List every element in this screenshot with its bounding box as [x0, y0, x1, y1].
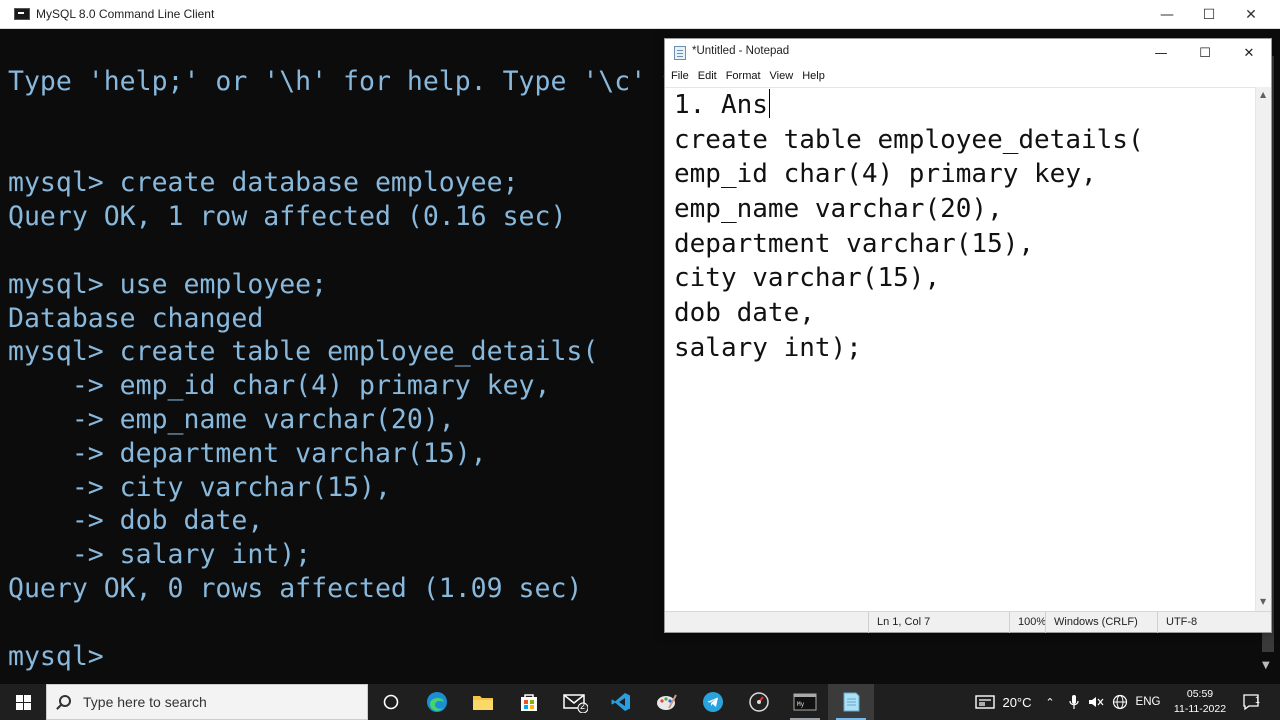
console-maximize-button[interactable]: ☐	[1186, 0, 1232, 29]
text-encoding: UTF-8	[1157, 612, 1271, 633]
notepad-line: dob date,	[674, 298, 815, 329]
console-window-title: MySQL 8.0 Command Line Client	[36, 7, 215, 21]
text-caret	[768, 89, 771, 118]
console-app-icon	[14, 8, 30, 20]
console-title-bar[interactable]: MySQL 8.0 Command Line Client — ☐ ✕	[0, 0, 1280, 29]
search-placeholder: Type here to search	[83, 694, 207, 710]
notepad-maximize-button[interactable]: ☐	[1183, 39, 1227, 67]
notepad-window[interactable]: *Untitled - Notepad — ☐ ✕ File Edit Form…	[664, 38, 1272, 633]
notepad-line-text: 1. Ans	[674, 90, 768, 120]
notepad-line: department varchar(15),	[674, 228, 1035, 259]
notepad-window-title: *Untitled - Notepad	[692, 45, 790, 57]
menu-help[interactable]: Help	[802, 67, 832, 87]
paint-icon[interactable]	[644, 684, 690, 720]
scroll-up-arrow-icon[interactable]: ▲	[1260, 90, 1266, 99]
notepad-minimize-button[interactable]: —	[1139, 39, 1183, 67]
notepad-line: create table employee_details(	[674, 124, 1144, 155]
cursor-position: Ln 1, Col 7	[868, 612, 1009, 633]
taskbar-search-box[interactable]: Type here to search	[46, 684, 368, 720]
chevron-up-icon[interactable]: ⌃	[1040, 684, 1060, 720]
zoom-level: 100%	[1009, 612, 1046, 633]
vscode-icon[interactable]	[598, 684, 644, 720]
notepad-line: salary int);	[674, 332, 862, 363]
notepad-line: emp_name varchar(20),	[674, 194, 1003, 225]
notepad-icon[interactable]	[828, 684, 874, 720]
notepad-menu-bar: File Edit Format View Help	[665, 67, 1271, 87]
clock-date: 11-11-2022	[1173, 703, 1227, 715]
file-explorer-icon[interactable]	[460, 684, 506, 720]
taskbar-clock[interactable]: 05:59 11-11-2022	[1168, 687, 1232, 717]
microphone-icon[interactable]	[1064, 684, 1084, 720]
notifications-icon[interactable]: 1	[1236, 684, 1266, 720]
screen-recorder-icon[interactable]	[736, 684, 782, 720]
notepad-scrollbar[interactable]: ▲ ▼	[1255, 87, 1271, 611]
windows-logo-icon	[15, 694, 31, 710]
notepad-text-area[interactable]: 1. Ans create table employee_details( em…	[665, 87, 1255, 611]
mail-badge: 2	[580, 701, 586, 711]
mysql-console-icon[interactable]: My	[782, 684, 828, 720]
telegram-icon[interactable]	[690, 684, 736, 720]
notepad-line: 1. Ans	[674, 88, 1144, 123]
line-ending: Windows (CRLF)	[1045, 612, 1157, 633]
start-button[interactable]	[0, 684, 46, 720]
weather-temperature[interactable]: 20°C	[1000, 684, 1034, 720]
notepad-close-button[interactable]: ✕	[1227, 39, 1271, 67]
notepad-line: emp_id char(4) primary key,	[674, 159, 1097, 190]
taskbar: Type here to search 2 My 20°C ⌃ ENG 05:5…	[0, 684, 1280, 720]
menu-view[interactable]: View	[770, 67, 801, 87]
menu-format[interactable]: Format	[726, 67, 768, 87]
microsoft-store-icon[interactable]	[506, 684, 552, 720]
menu-file[interactable]: File	[671, 67, 696, 87]
edge-icon[interactable]	[414, 684, 460, 720]
network-globe-icon[interactable]	[1110, 684, 1130, 720]
search-icon	[59, 695, 71, 707]
menu-edit[interactable]: Edit	[698, 67, 724, 87]
news-widget-icon[interactable]	[970, 684, 1000, 720]
svg-text:My: My	[797, 701, 805, 708]
speaker-icon[interactable]	[1086, 684, 1108, 720]
notepad-title-bar[interactable]: *Untitled - Notepad — ☐ ✕	[665, 39, 1271, 67]
input-language[interactable]: ENG	[1132, 684, 1164, 720]
notepad-line: city varchar(15),	[674, 263, 941, 294]
console-prompt-line[interactable]: mysql>	[8, 640, 1252, 674]
clock-time: 05:59	[1186, 688, 1214, 700]
notifications-badge: 1	[1255, 695, 1261, 705]
notepad-app-icon	[674, 46, 686, 60]
task-view-icon[interactable]	[368, 684, 414, 720]
mail-icon[interactable]: 2	[552, 684, 598, 720]
console-close-button[interactable]: ✕	[1228, 0, 1274, 29]
notepad-status-bar: Ln 1, Col 7 100% Windows (CRLF) UTF-8	[665, 611, 1271, 633]
scroll-down-arrow-icon[interactable]: ▼	[1262, 660, 1270, 671]
console-minimize-button[interactable]: —	[1144, 0, 1190, 29]
scroll-down-arrow-icon[interactable]: ▼	[1260, 597, 1266, 606]
